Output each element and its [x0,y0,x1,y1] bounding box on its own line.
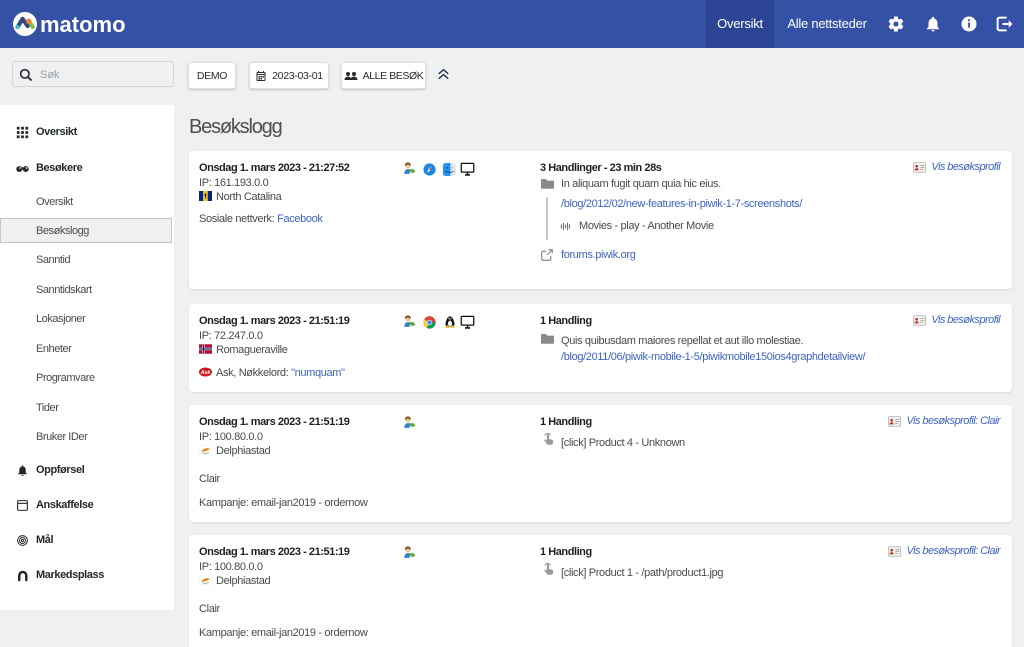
svg-text:Ask: Ask [200,370,212,376]
